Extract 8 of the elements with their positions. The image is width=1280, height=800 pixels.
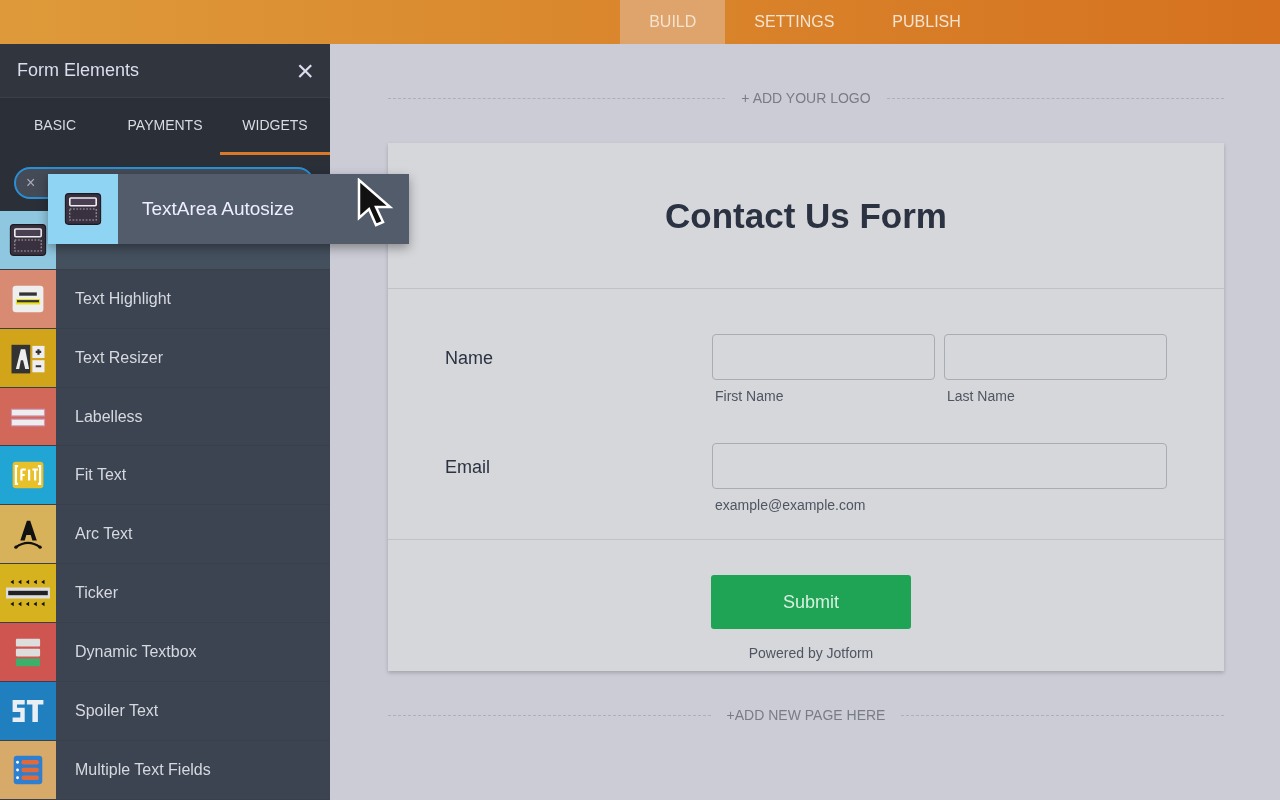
field-sublabel: example@example.com [714,497,867,513]
field-sublabel: Last Name [946,388,1016,404]
field-label: Email [445,456,491,479]
panel-title: Form Elements [17,60,140,82]
field-label: Name [445,347,494,370]
field-sublabel: First Name [714,388,785,404]
powered-by-text: Powered by Jotform [748,645,874,661]
form-title: Contact Us Form [665,195,947,236]
